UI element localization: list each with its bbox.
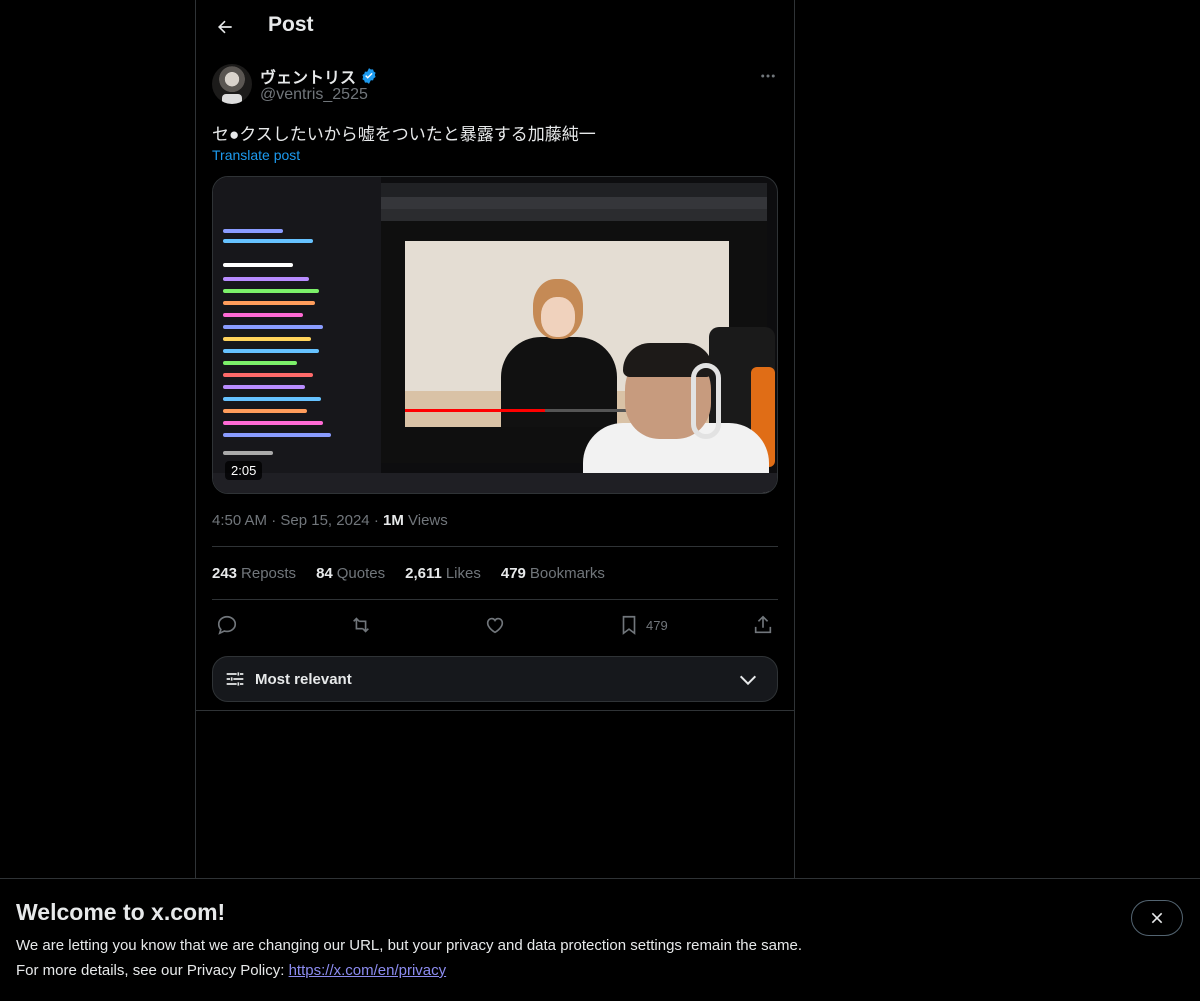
avatar[interactable] (212, 64, 252, 104)
likes-stat[interactable]: 2,611 Likes (405, 565, 481, 582)
sort-label: Most relevant (255, 670, 352, 688)
translate-post-link[interactable]: Translate post (212, 147, 300, 163)
sliders-icon (226, 672, 244, 686)
close-banner-button[interactable] (1131, 900, 1183, 936)
post-time[interactable]: 4:50 AM (212, 512, 267, 529)
repost-icon (353, 617, 369, 633)
post-date[interactable]: Sep 15, 2024 (280, 512, 369, 529)
post-meta: 4:50 AM · Sep 15, 2024 · 1M Views (212, 512, 448, 529)
banner-privacy-prefix: For more details, see our Privacy Policy… (16, 962, 289, 979)
back-button[interactable] (208, 10, 242, 44)
author-handle[interactable]: @ventris_2525 (260, 86, 368, 104)
more-button[interactable] (756, 64, 780, 88)
repost-button[interactable] (350, 612, 372, 638)
video-chat-panel (213, 177, 381, 493)
video-player[interactable]: 2:05 (212, 176, 778, 494)
reply-icon (217, 615, 237, 635)
like-icon (486, 617, 504, 634)
banner-message: We are letting you know that we are chan… (16, 937, 802, 954)
divider (212, 599, 778, 600)
share-icon (754, 615, 772, 634)
author-name[interactable]: ヴェントリス (260, 64, 378, 88)
like-button[interactable] (484, 612, 506, 638)
chevron-down-icon (739, 675, 757, 686)
views-label: Views (408, 512, 448, 529)
banner-privacy-line: For more details, see our Privacy Policy… (16, 962, 446, 979)
bookmark-icon (622, 615, 636, 635)
reply-button[interactable] (216, 612, 238, 638)
verified-badge-icon (362, 68, 376, 84)
privacy-policy-link[interactable]: https://x.com/en/privacy (289, 962, 447, 979)
close-icon (1151, 912, 1163, 924)
reposts-stat[interactable]: 243 Reposts (212, 565, 296, 582)
post-text: セ●クスしたいから嘘をついたと暴露する加藤純一 (212, 125, 596, 144)
action-bar: 479 (212, 612, 778, 638)
bookmark-button[interactable]: 479 (618, 612, 668, 638)
author-display-name[interactable]: ヴェントリス (260, 64, 356, 88)
divider (212, 546, 778, 547)
engagement-stats: 243 Reposts 84 Quotes 2,611 Likes 479 Bookma… (212, 565, 605, 582)
arrow-left-icon (218, 20, 232, 34)
more-icon (761, 74, 775, 78)
share-button[interactable] (752, 612, 774, 638)
post-column: Post ヴェントリス @ventris_2525 セ●クスしたいから嘘をついた… (195, 0, 795, 878)
bookmark-count: 479 (646, 617, 668, 633)
url-change-banner: Welcome to x.com! We are letting you kno… (0, 878, 1200, 1001)
post-header: Post (196, 0, 794, 53)
views-count: 1M (382, 512, 404, 529)
divider (196, 710, 794, 711)
video-taskbar (213, 473, 777, 493)
page-title: Post (268, 13, 314, 36)
banner-title: Welcome to x.com! (16, 899, 226, 925)
quotes-stat[interactable]: 84 Quotes (316, 565, 385, 582)
headphones-graphic (691, 363, 721, 439)
reply-sort-dropdown[interactable]: Most relevant (212, 656, 778, 702)
video-duration: 2:05 (225, 461, 263, 480)
bookmarks-stat[interactable]: 479 Bookmarks (501, 565, 605, 582)
